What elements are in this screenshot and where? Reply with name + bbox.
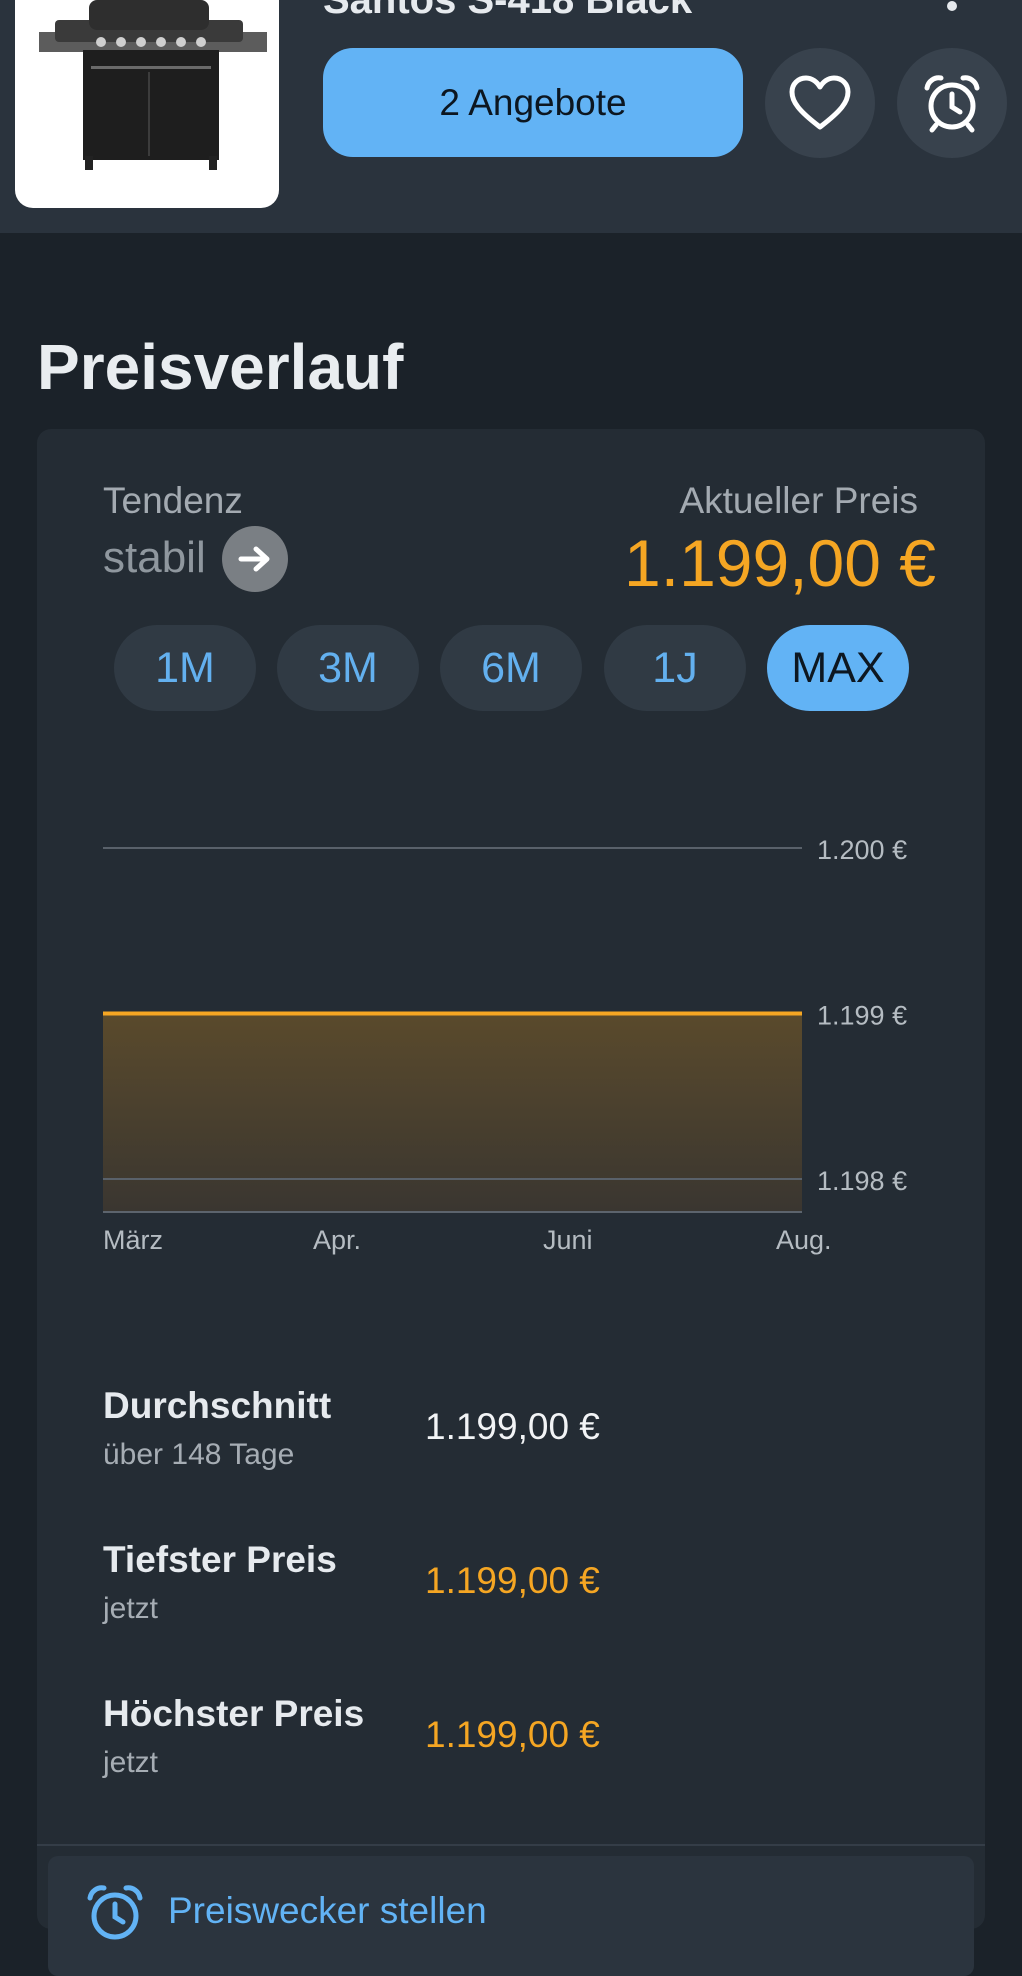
stat-lowest-sub: jetzt [103, 1592, 159, 1625]
stat-lowest-label: Tiefster Preis [103, 1539, 337, 1580]
stat-average-sub: über 148 Tage [103, 1438, 295, 1471]
current-price-label: Aktueller Preis [679, 480, 918, 521]
range-button-1m[interactable]: 1M [114, 625, 256, 711]
price-alarm-header-button[interactable] [897, 48, 1007, 158]
heart-icon [789, 75, 851, 130]
stat-highest-value: 1.199,00 € [425, 1714, 600, 1755]
alarm-clock-icon [924, 75, 980, 133]
current-price-value: 1.199,00 € [624, 526, 936, 600]
divider [37, 1844, 985, 1846]
alarm-clock-icon [87, 1885, 143, 1940]
range-button-1j[interactable]: 1J [604, 625, 746, 711]
stat-highest-label: Höchster Preis [103, 1693, 365, 1734]
grill-image [39, 0, 267, 170]
tendency-label: Tendenz [103, 480, 243, 521]
set-price-alarm-label: Preiswecker stellen [168, 1890, 487, 1931]
product-title: Santos S-418 Black [323, 0, 693, 22]
range-button-max[interactable]: MAX [767, 625, 909, 711]
favorite-button[interactable] [765, 48, 875, 158]
product-image[interactable] [15, 0, 279, 208]
more-vertical-icon[interactable] [937, 0, 967, 24]
offers-button[interactable]: 2 Angebote [323, 48, 743, 157]
arrow-right-icon [222, 526, 288, 592]
range-button-6m[interactable]: 6M [440, 625, 582, 711]
tendency-value: stabil [103, 533, 206, 582]
stat-average-value: 1.199,00 € [425, 1406, 600, 1447]
range-button-3m[interactable]: 3M [277, 625, 419, 711]
stat-average-label: Durchschnitt [103, 1385, 332, 1426]
section-title: Preisverlauf [37, 331, 404, 403]
product-header: Santos S-418 Black 2 Angebote [0, 0, 1022, 233]
stat-lowest-value: 1.199,00 € [425, 1560, 600, 1601]
stat-highest-sub: jetzt [103, 1746, 159, 1779]
